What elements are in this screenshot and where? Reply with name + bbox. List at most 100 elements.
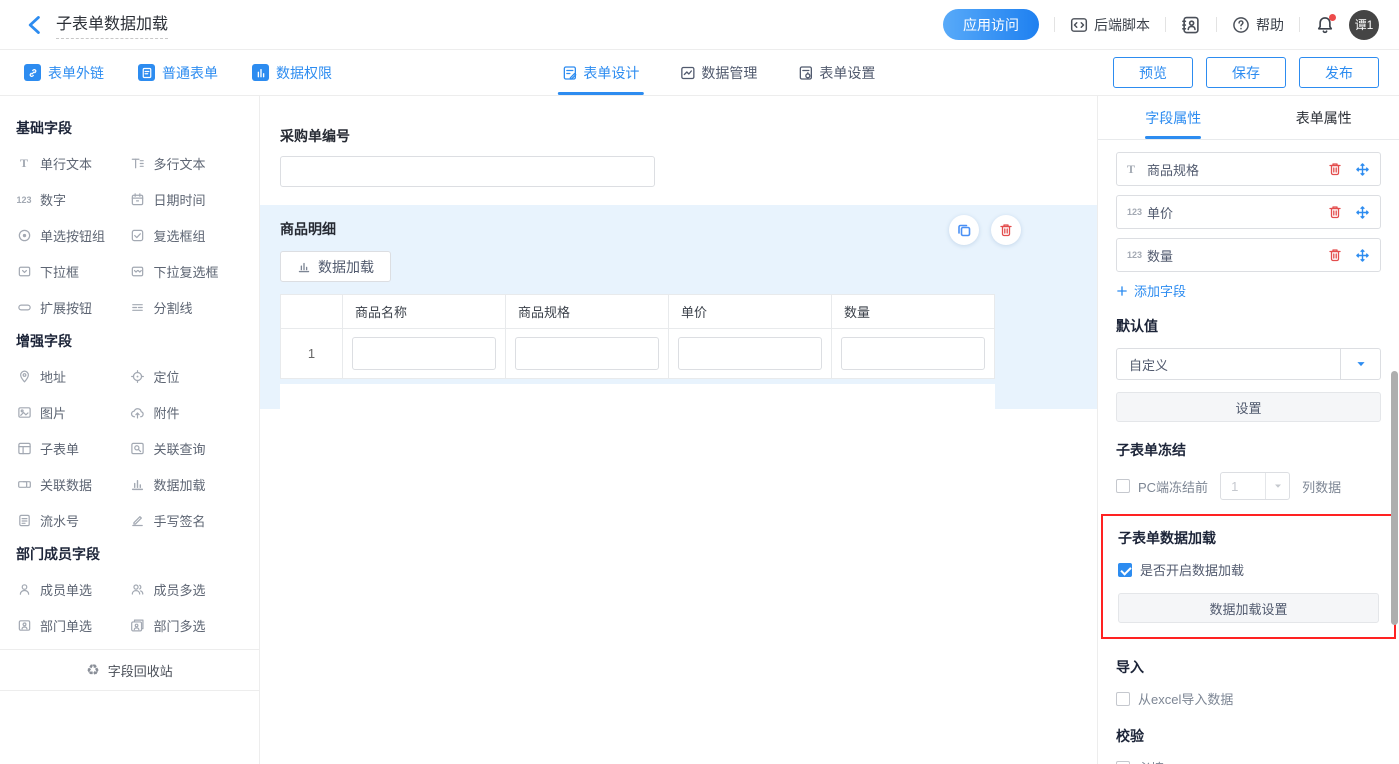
excel-import-checkbox[interactable] [1116, 692, 1130, 706]
add-field-button[interactable]: 添加字段 [1116, 281, 1381, 300]
backend-script-button[interactable]: 后端脚本 [1070, 15, 1150, 35]
purchase-no-input[interactable] [280, 156, 655, 187]
palette-item-single-line-text[interactable]: T单行文本 [16, 154, 130, 173]
data-permission-button[interactable]: 数据权限 [252, 63, 332, 83]
default-value-select[interactable]: 自定义 [1116, 348, 1381, 380]
palette-item-radio-group[interactable]: 单选按钮组 [16, 226, 130, 245]
top-header: 子表单数据加载 应用访问 后端脚本 帮助 谭1 [0, 0, 1399, 50]
delete-field-icon[interactable] [1327, 204, 1343, 220]
validation-title: 校验 [1116, 726, 1381, 746]
palette-item-number[interactable]: 123数字 [16, 190, 130, 209]
palette-item-attachment[interactable]: 附件 [130, 403, 244, 422]
unit-price-input[interactable] [678, 337, 822, 370]
quantity-input[interactable] [841, 337, 985, 370]
palette-item-multi-line-text[interactable]: 多行文本 [130, 154, 244, 173]
app-window: 子表单数据加载 应用访问 后端脚本 帮助 谭1 表单外链 [0, 0, 1399, 764]
field-row-label: 单价 [1147, 203, 1173, 222]
member-multi-icon [130, 582, 146, 598]
preview-button[interactable]: 预览 [1113, 57, 1193, 88]
goods-name-input[interactable] [352, 337, 496, 370]
palette-item-dept-single[interactable]: 部门单选 [16, 616, 130, 635]
contact-card-icon[interactable] [1181, 15, 1201, 35]
palette-item-data-load[interactable]: 数据加载 [130, 475, 244, 494]
palette-item-label: 手写签名 [154, 511, 206, 530]
field-recycle-bin-button[interactable]: ♻ 字段回收站 [16, 650, 243, 690]
palette-item-label: 成员单选 [40, 580, 92, 599]
field-purchase-no[interactable]: 采购单编号 [260, 96, 1097, 205]
trash-icon[interactable] [991, 215, 1021, 245]
publish-button[interactable]: 发布 [1299, 57, 1379, 88]
palette-item-related-data[interactable]: 关联数据 [16, 475, 130, 494]
form-external-link-button[interactable]: 表单外链 [24, 63, 104, 83]
chevron-down-icon [1265, 473, 1289, 499]
palette-item-address[interactable]: 地址 [16, 367, 130, 386]
properties-panel: 字段属性 表单属性 T 商品规格 123 单价 [1097, 96, 1399, 764]
freeze-count-select[interactable]: 1 [1220, 472, 1290, 500]
single-line-text-icon: T [16, 156, 32, 172]
tab-form-setting[interactable]: 表单设置 [797, 50, 875, 95]
tab-form-design[interactable]: 表单设计 [561, 50, 639, 95]
back-icon[interactable] [24, 14, 46, 36]
delete-field-icon[interactable] [1327, 161, 1343, 177]
freeze-checkbox[interactable] [1116, 479, 1130, 493]
subform-goods-detail[interactable]: 商品明细 数据加载 商品名称 商品规格 单价 [260, 205, 1097, 409]
palette-item-label: 定位 [154, 367, 180, 386]
palette-item-datetime[interactable]: 日期时间 [130, 190, 244, 209]
goods-spec-input[interactable] [515, 337, 659, 370]
palette-item-locate[interactable]: 定位 [130, 367, 244, 386]
data-load-settings-button[interactable]: 数据加载设置 [1118, 593, 1379, 623]
normal-form-button[interactable]: 普通表单 [138, 63, 218, 83]
palette-item-member-multi[interactable]: 成员多选 [130, 580, 244, 599]
palette-item-subform[interactable]: 子表单 [16, 439, 130, 458]
freeze-count-value: 1 [1221, 479, 1265, 494]
palette-item-label: 下拉复选框 [154, 262, 219, 281]
palette-item-select[interactable]: 下拉框 [16, 262, 130, 281]
save-button[interactable]: 保存 [1206, 57, 1286, 88]
cell-goods-spec [506, 329, 669, 379]
help-button[interactable]: 帮助 [1232, 15, 1284, 35]
tab-data-manage[interactable]: 数据管理 [679, 50, 757, 95]
field-palette: 基础字段 T单行文本 多行文本 123数字 日期时间 单选按钮组 复选框组 下拉… [0, 96, 260, 764]
table-header-goods-name: 商品名称 [343, 295, 506, 329]
palette-item-divider[interactable]: 分割线 [130, 298, 244, 317]
palette-item-serial-number[interactable]: 流水号 [16, 511, 130, 530]
subform-icon [16, 441, 32, 457]
delete-field-icon[interactable] [1327, 247, 1343, 263]
field-row-quantity[interactable]: 123 数量 [1116, 238, 1381, 272]
move-field-icon[interactable] [1355, 248, 1370, 263]
panel-scrollbar[interactable] [1391, 371, 1398, 625]
app-access-button[interactable]: 应用访问 [943, 9, 1039, 40]
palette-item-dept-multi[interactable]: 部门多选 [130, 616, 244, 635]
palette-item-label: 扩展按钮 [40, 298, 92, 317]
enable-data-load-checkbox[interactable] [1118, 563, 1132, 577]
avatar[interactable]: 谭1 [1349, 10, 1379, 40]
palette-item-checkbox-group[interactable]: 复选框组 [130, 226, 244, 245]
palette-item-signature[interactable]: 手写签名 [130, 511, 244, 530]
move-field-icon[interactable] [1355, 162, 1370, 177]
tab-form-setting-label: 表单设置 [819, 63, 875, 83]
notification-bell-icon[interactable] [1315, 15, 1335, 35]
palette-item-image[interactable]: 图片 [16, 403, 130, 422]
move-field-icon[interactable] [1355, 205, 1370, 220]
row-index: 1 [281, 329, 343, 379]
enable-data-load-label: 是否开启数据加载 [1140, 560, 1244, 579]
field-row-goods-spec[interactable]: T 商品规格 [1116, 152, 1381, 186]
palette-item-expand-button[interactable]: 扩展按钮 [16, 298, 130, 317]
palette-divider [0, 690, 259, 691]
address-icon [16, 369, 32, 385]
tab-field-properties[interactable]: 字段属性 [1098, 96, 1249, 139]
data-load-button[interactable]: 数据加载 [280, 251, 391, 282]
enable-data-load-row: 是否开启数据加载 [1118, 560, 1379, 579]
required-checkbox[interactable] [1116, 761, 1130, 764]
multi-select-icon [130, 264, 146, 280]
freeze-row: PC端冻结前 1 列数据 [1116, 472, 1381, 500]
palette-item-member-single[interactable]: 成员单选 [16, 580, 130, 599]
page-title[interactable]: 子表单数据加载 [56, 10, 168, 39]
tab-form-properties[interactable]: 表单属性 [1249, 96, 1399, 139]
default-value-set-button[interactable]: 设置 [1116, 392, 1381, 422]
palette-item-related-query[interactable]: 关联查询 [130, 439, 244, 458]
copy-icon[interactable] [949, 215, 979, 245]
datetime-icon [130, 192, 146, 208]
field-row-unit-price[interactable]: 123 单价 [1116, 195, 1381, 229]
palette-item-multi-select[interactable]: 下拉复选框 [130, 262, 244, 281]
